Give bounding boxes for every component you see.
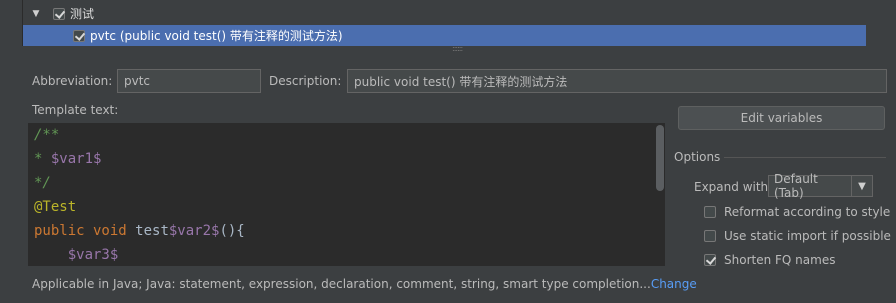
expand-arrow-icon[interactable]: ▼ [31,9,41,19]
abbreviation-input[interactable]: pvtc [117,69,261,93]
splitter-handle-icon[interactable]: :::::: [452,45,468,53]
static-import-option[interactable]: Use static import if possible [704,229,891,243]
keyword-public: public void [34,223,136,239]
static-import-checkbox[interactable] [704,230,716,242]
shorten-fq-option[interactable]: Shorten FQ names [704,253,835,267]
template-tree: ▼ 测试 pvtc (public void test() 带有注释的测试方法) [22,0,867,46]
code-line-3: */ [34,175,51,191]
static-import-label: Use static import if possible [724,229,891,243]
tree-group-label: 测试 [70,7,95,21]
shorten-fq-checkbox[interactable] [704,254,716,266]
tree-group-row[interactable]: ▼ 测试 [23,3,866,24]
tree-item-label: pvtc (public void test() 带有注释的测试方法) [90,29,343,43]
reformat-checkbox[interactable] [704,206,716,218]
edit-variables-button[interactable]: Edit variables [678,106,885,130]
code-line-5: public void test$var2$(){ [34,219,245,243]
template-text-label: Template text: [32,103,119,117]
shorten-fq-label: Shorten FQ names [724,253,836,267]
group-checkbox[interactable] [53,7,65,20]
comment-star: * [34,151,51,167]
reformat-option[interactable]: Reformat according to style [704,205,890,219]
var2-token: $var2$ [168,223,220,239]
tree-item-row[interactable]: pvtc (public void test() 带有注释的测试方法) [23,25,866,46]
description-label: Description: [269,74,342,88]
code-line-1: /** [34,127,60,143]
chevron-down-icon[interactable]: ▼ [851,175,873,197]
expand-with-label: Expand with [694,180,769,194]
tree-scroll-area [866,0,896,46]
expand-with-value: Default (Tab) [768,172,851,200]
abbreviation-label: Abbreviation: [32,74,113,88]
change-link[interactable]: Change [651,277,697,291]
method-name: test [135,223,169,239]
code-line-4: @Test [34,199,77,215]
applicable-context: Applicable in Java; Java: statement, exp… [32,277,697,291]
options-title: Options [674,150,721,164]
item-checkbox[interactable] [73,29,85,42]
options-divider [724,157,886,158]
applicable-text: Applicable in Java; Java: statement, exp… [32,277,651,291]
code-line-2: * $var1$ [34,147,101,171]
method-parens: (){ [219,223,245,239]
var1-token: $var1$ [50,151,102,167]
description-input[interactable]: public void test() 带有注释的测试方法 [347,69,887,93]
expand-with-select[interactable]: Default (Tab) ▼ [768,172,873,200]
code-line-6: $var3$ [34,247,119,263]
reformat-label: Reformat according to style [724,205,891,219]
editor-scrollbar[interactable] [656,125,664,191]
template-editor[interactable]: /** * $var1$ */ @Test public void test$v… [28,123,665,266]
